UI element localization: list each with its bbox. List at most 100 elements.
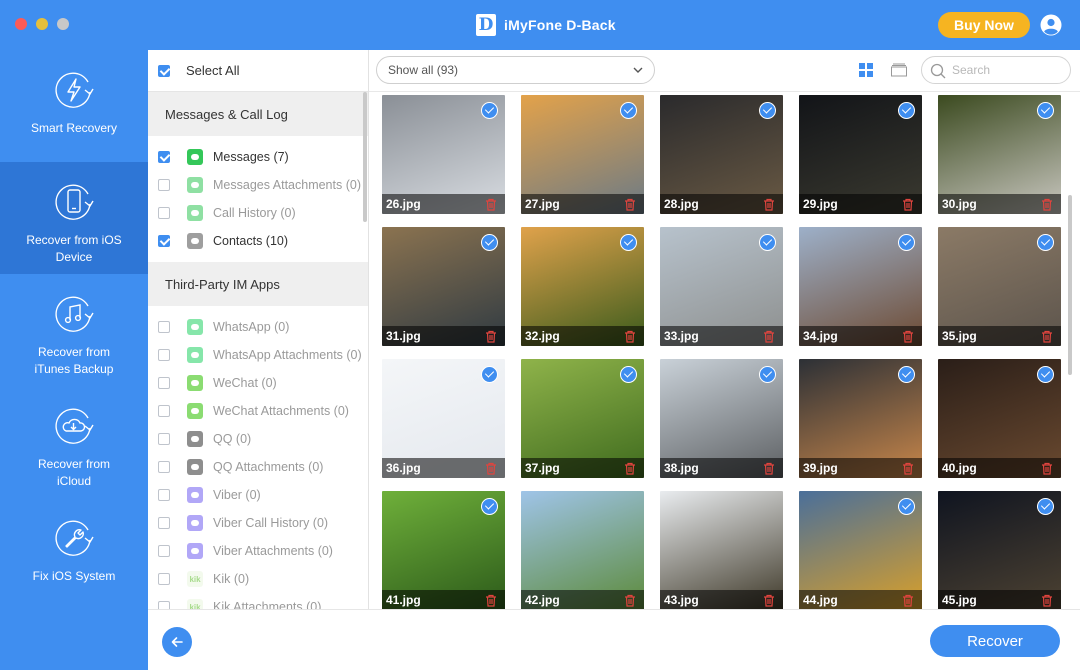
category-row[interactable]: WhatsApp Attachments (0) (148, 341, 368, 369)
trash-icon[interactable] (1041, 330, 1053, 343)
category-row[interactable]: Viber (0) (148, 481, 368, 509)
category-checkbox[interactable] (158, 377, 170, 389)
list-view-icon[interactable] (891, 63, 907, 77)
photo-thumbnail[interactable]: 45.jpg (938, 491, 1061, 609)
sidebar-item-smart-recovery[interactable]: Smart Recovery (0, 50, 148, 162)
photo-selected-check-icon[interactable] (759, 234, 776, 251)
gallery-scrollbar[interactable] (1068, 195, 1072, 375)
category-checkbox[interactable] (158, 321, 170, 333)
category-checkbox[interactable] (158, 461, 170, 473)
category-row[interactable]: QQ (0) (148, 425, 368, 453)
photo-thumbnail[interactable]: 26.jpg (382, 95, 505, 214)
trash-icon[interactable] (763, 330, 775, 343)
category-row[interactable]: Viber Call History (0) (148, 509, 368, 537)
photo-thumbnail[interactable]: 27.jpg (521, 95, 644, 214)
category-checkbox[interactable] (158, 235, 170, 247)
trash-icon[interactable] (763, 594, 775, 607)
photo-selected-check-icon[interactable] (620, 234, 637, 251)
minimize-window-button[interactable] (36, 18, 48, 30)
photo-selected-check-icon[interactable] (898, 366, 915, 383)
photo-selected-check-icon[interactable] (1037, 102, 1054, 119)
photo-thumbnail[interactable]: 39.jpg (799, 359, 922, 478)
trash-icon[interactable] (763, 198, 775, 211)
category-checkbox[interactable] (158, 349, 170, 361)
photo-thumbnail[interactable]: 43.jpg (660, 491, 783, 609)
photo-thumbnail[interactable]: 33.jpg (660, 227, 783, 346)
photo-selected-check-icon[interactable] (898, 102, 915, 119)
category-checkbox[interactable] (158, 573, 170, 585)
category-checkbox[interactable] (158, 601, 170, 609)
select-all-checkbox[interactable] (158, 64, 170, 77)
category-scrollbar[interactable] (363, 92, 367, 222)
category-row[interactable]: Messages (7) (148, 143, 368, 171)
trash-icon[interactable] (902, 462, 914, 475)
photo-thumbnail[interactable]: 38.jpg (660, 359, 783, 478)
photo-thumbnail[interactable]: 40.jpg (938, 359, 1061, 478)
show-filter-dropdown[interactable]: Show all (93) (376, 56, 655, 84)
photo-selected-check-icon[interactable] (481, 102, 498, 119)
category-row[interactable]: Call History (0) (148, 199, 368, 227)
photo-selected-check-icon[interactable] (620, 366, 637, 383)
category-row[interactable]: kik Kik (0) (148, 565, 368, 593)
sidebar-item-recover-ios-device[interactable]: Recover from iOS Device (0, 162, 148, 274)
trash-icon[interactable] (1041, 462, 1053, 475)
category-row[interactable]: Viber Attachments (0) (148, 537, 368, 565)
photo-selected-check-icon[interactable] (759, 366, 776, 383)
category-row[interactable]: Messages Attachments (0) (148, 171, 368, 199)
trash-icon[interactable] (1041, 594, 1053, 607)
category-row[interactable]: WeChat Attachments (0) (148, 397, 368, 425)
category-checkbox[interactable] (158, 179, 170, 191)
trash-icon[interactable] (485, 198, 497, 211)
buy-now-button[interactable]: Buy Now (938, 12, 1030, 38)
category-checkbox[interactable] (158, 545, 170, 557)
category-row[interactable]: kik Kik Attachments (0) (148, 593, 368, 609)
search-input[interactable]: Search (921, 56, 1071, 84)
trash-icon[interactable] (624, 330, 636, 343)
trash-icon[interactable] (485, 594, 497, 607)
close-window-button[interactable] (15, 18, 27, 30)
trash-icon[interactable] (485, 330, 497, 343)
category-row[interactable]: QQ Attachments (0) (148, 453, 368, 481)
user-account-icon[interactable] (1040, 14, 1062, 36)
trash-icon[interactable] (763, 462, 775, 475)
category-checkbox[interactable] (158, 433, 170, 445)
category-checkbox[interactable] (158, 151, 170, 163)
trash-icon[interactable] (902, 330, 914, 343)
photo-selected-check-icon[interactable] (1037, 498, 1054, 515)
photo-thumbnail[interactable]: 44.jpg (799, 491, 922, 609)
photo-thumbnail[interactable]: 42.jpg (521, 491, 644, 609)
select-all-row[interactable]: Select All (148, 50, 368, 92)
category-checkbox[interactable] (158, 489, 170, 501)
sidebar-item-recover-itunes-backup[interactable]: Recover from iTunes Backup (0, 274, 148, 386)
category-checkbox[interactable] (158, 207, 170, 219)
trash-icon[interactable] (902, 594, 914, 607)
photo-selected-check-icon[interactable] (759, 102, 776, 119)
trash-icon[interactable] (624, 594, 636, 607)
photo-thumbnail[interactable]: 32.jpg (521, 227, 644, 346)
photo-thumbnail[interactable]: 29.jpg (799, 95, 922, 214)
sidebar-item-recover-icloud[interactable]: Recover from iCloud (0, 386, 148, 498)
zoom-window-button[interactable] (57, 18, 69, 30)
trash-icon[interactable] (485, 462, 497, 475)
photo-selected-check-icon[interactable] (481, 234, 498, 251)
category-row[interactable]: Contacts (10) (148, 227, 368, 255)
category-checkbox[interactable] (158, 517, 170, 529)
photo-thumbnail[interactable]: 35.jpg (938, 227, 1061, 346)
photo-thumbnail[interactable]: 37.jpg (521, 359, 644, 478)
category-checkbox[interactable] (158, 405, 170, 417)
trash-icon[interactable] (1041, 198, 1053, 211)
trash-icon[interactable] (624, 198, 636, 211)
photo-thumbnail[interactable]: 41.jpg (382, 491, 505, 609)
photo-selected-check-icon[interactable] (1037, 234, 1054, 251)
photo-selected-check-icon[interactable] (898, 234, 915, 251)
photo-thumbnail[interactable]: 34.jpg (799, 227, 922, 346)
grid-view-icon[interactable] (859, 63, 873, 77)
photo-thumbnail[interactable]: 30.jpg (938, 95, 1061, 214)
photo-selected-check-icon[interactable] (898, 498, 915, 515)
photo-selected-check-icon[interactable] (481, 366, 498, 383)
category-row[interactable]: WeChat (0) (148, 369, 368, 397)
trash-icon[interactable] (902, 198, 914, 211)
photo-thumbnail[interactable]: 36.jpg (382, 359, 505, 478)
photo-thumbnail[interactable]: 31.jpg (382, 227, 505, 346)
sidebar-item-fix-ios-system[interactable]: Fix iOS System (0, 498, 148, 610)
